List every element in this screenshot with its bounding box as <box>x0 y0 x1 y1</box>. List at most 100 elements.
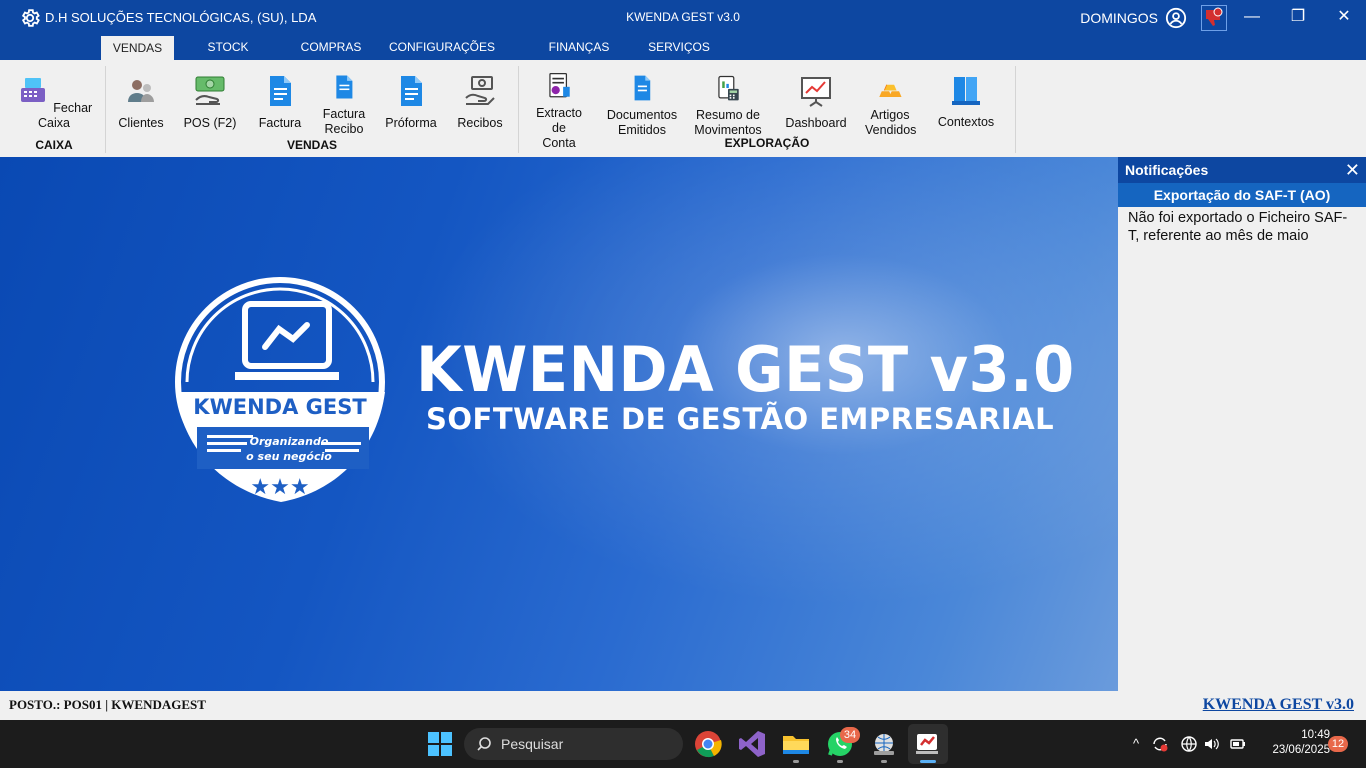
battery-charging-icon[interactable] <box>1228 735 1246 753</box>
close-button[interactable]: ✕ <box>1329 5 1359 29</box>
thumbs-down-notification-icon <box>1206 7 1223 26</box>
artigos-vendidos-label: Artigos Vendidos <box>865 108 917 137</box>
movements-summary-calculator-icon <box>718 75 739 101</box>
whatsapp-unread-badge: 34 <box>840 727 860 743</box>
ribbon-separator <box>105 66 106 153</box>
dashboard-button[interactable]: Dashboard <box>780 74 852 131</box>
clientes-button[interactable]: Clientes <box>112 74 170 131</box>
clock-date: 23/06/2025 <box>1272 744 1330 756</box>
app-globe-icon[interactable] <box>868 728 900 760</box>
group-exploracao-label: EXPLORAÇÃO <box>724 136 810 150</box>
recibos-button[interactable]: Recibos <box>452 74 508 131</box>
kwenda-gest-logo: KWENDA GEST Organizando o seu negócio ★★… <box>175 277 385 502</box>
ribbon-toolbar: Fechar Caixa CAIXA Clientes POS (F2) Fac… <box>0 60 1366 157</box>
kwenda-gest-app-icon[interactable] <box>912 728 944 760</box>
notifications-close-button[interactable]: ✕ <box>1345 160 1360 180</box>
factura-label: Factura <box>258 116 302 130</box>
fechar-caixa-button[interactable]: Fechar Caixa <box>14 74 94 131</box>
clock-time: 10:49 <box>1301 729 1330 741</box>
chrome-icon[interactable] <box>692 728 724 760</box>
notification-center-badge[interactable]: 12 <box>1328 736 1348 752</box>
pos-button[interactable]: POS (F2) <box>180 74 240 131</box>
user-name[interactable]: DOMINGOS <box>1080 10 1158 26</box>
menu-tab-bar: VENDAS STOCK COMPRAS CONFIGURAÇÕES FINAN… <box>0 35 1366 60</box>
tab-vendas[interactable]: VENDAS <box>101 36 174 60</box>
cash-hand-icon <box>195 76 225 105</box>
notification-item-message: Não foi exportado o Ficheiro SAF-T, refe… <box>1128 210 1348 244</box>
group-caixa-label: CAIXA <box>35 138 73 152</box>
splash-headline: KWENDA GEST v3.0 <box>416 333 1075 406</box>
svg-text:★★★: ★★★ <box>250 475 309 500</box>
search-placeholder: Pesquisar <box>501 736 564 752</box>
receipts-hand-icon <box>465 76 495 105</box>
splash-area: KWENDA GEST Organizando o seu negócio ★★… <box>0 157 1118 691</box>
svg-text:Organizando: Organizando <box>250 435 329 448</box>
recibos-label: Recibos <box>457 116 503 130</box>
title-bar: D.H SOLUÇÕES TECNOLÓGICAS, (SU), LDA KWE… <box>0 0 1366 35</box>
search-icon <box>477 737 491 751</box>
issued-documents-icon <box>634 75 651 101</box>
visual-studio-icon[interactable] <box>736 728 768 760</box>
brand-link[interactable]: KWENDA GEST v3.0 <box>1203 696 1354 714</box>
taskbar-clock[interactable]: 10:49 23/06/2025 <box>1250 728 1330 758</box>
tab-financas[interactable]: FINANÇAS <box>546 35 612 60</box>
network-globe-icon[interactable] <box>1180 735 1198 753</box>
company-name: D.H SOLUÇÕES TECNOLÓGICAS, (SU), LDA <box>45 10 317 25</box>
resumo-movimentos-label: Resumo de Movimentos <box>694 108 762 137</box>
notifications-button[interactable] <box>1201 5 1227 31</box>
proforma-button[interactable]: Próforma <box>381 74 441 131</box>
contextos-button[interactable]: Contextos <box>932 74 1000 130</box>
settings-gear-icon[interactable] <box>19 7 41 29</box>
notification-item-title[interactable]: Exportação do SAF-T (AO) <box>1118 183 1366 207</box>
ribbon-separator <box>1015 66 1016 153</box>
active-indicator <box>920 760 936 763</box>
file-explorer-icon[interactable] <box>780 728 812 760</box>
invoice-document-icon <box>270 76 291 106</box>
notifications-panel: Notificações ✕ Exportação do SAF-T (AO) … <box>1118 157 1366 691</box>
account-statement-icon <box>549 73 570 98</box>
factura-recibo-button[interactable]: Factura Recibo <box>316 74 372 137</box>
cash-register-icon <box>20 78 45 102</box>
status-bar: POSTO.: POS01 | KWENDAGEST KWENDA GEST v… <box>0 691 1366 720</box>
resumo-movimentos-button[interactable]: Resumo de Movimentos <box>690 74 766 138</box>
show-hidden-icons-chevron-icon[interactable]: ^ <box>1127 735 1145 753</box>
svg-text:KWENDA GEST: KWENDA GEST <box>193 395 367 419</box>
tab-servicos[interactable]: SERVIÇOS <box>646 35 712 60</box>
documentos-emitidos-label: Documentos Emitidos <box>606 108 678 137</box>
factura-recibo-label: Factura Recibo <box>322 107 366 136</box>
proforma-document-icon <box>401 76 422 106</box>
dashboard-chart-board-icon <box>801 77 831 107</box>
pos-label: POS (F2) <box>183 116 237 130</box>
windows-taskbar: Pesquisar 34 ^ 10:49 23/06/2025 12 <box>0 720 1366 768</box>
contextos-label: Contextos <box>937 115 995 129</box>
restore-button[interactable]: ❐ <box>1283 5 1313 29</box>
gold-bars-items-icon <box>879 84 902 98</box>
clients-users-icon <box>128 80 154 102</box>
running-indicator <box>837 760 843 763</box>
notifications-header: Notificações <box>1118 157 1366 183</box>
windows-start-icon[interactable] <box>424 728 456 760</box>
proforma-label: Próforma <box>385 116 437 130</box>
factura-button[interactable]: Factura <box>252 74 308 131</box>
running-indicator <box>793 760 799 763</box>
sync-alert-icon[interactable] <box>1151 735 1169 753</box>
clientes-label: Clientes <box>118 116 164 130</box>
posto-info: POSTO.: POS01 | KWENDAGEST <box>9 697 206 712</box>
group-vendas-label: VENDAS <box>286 138 337 152</box>
tab-compras[interactable]: COMPRAS <box>296 35 366 60</box>
tab-configuracoes[interactable]: CONFIGURAÇÕES <box>388 35 496 60</box>
contexts-books-icon <box>952 77 980 105</box>
svg-text:o seu negócio: o seu negócio <box>246 450 332 463</box>
volume-icon[interactable] <box>1203 735 1221 753</box>
running-indicator <box>881 760 887 763</box>
splash-subline: SOFTWARE DE GESTÃO EMPRESARIAL <box>426 402 1055 436</box>
user-account-icon[interactable] <box>1165 7 1187 29</box>
documentos-emitidos-button[interactable]: Documentos Emitidos <box>602 74 682 138</box>
minimize-button[interactable]: — <box>1237 5 1267 29</box>
ribbon-separator <box>518 66 519 153</box>
taskbar-search-box[interactable]: Pesquisar <box>464 728 683 760</box>
notifications-title: Notificações <box>1125 162 1209 178</box>
artigos-vendidos-button[interactable]: Artigos Vendidos <box>860 74 920 138</box>
tab-stock[interactable]: STOCK <box>198 35 258 60</box>
dashboard-label: Dashboard <box>785 116 847 130</box>
